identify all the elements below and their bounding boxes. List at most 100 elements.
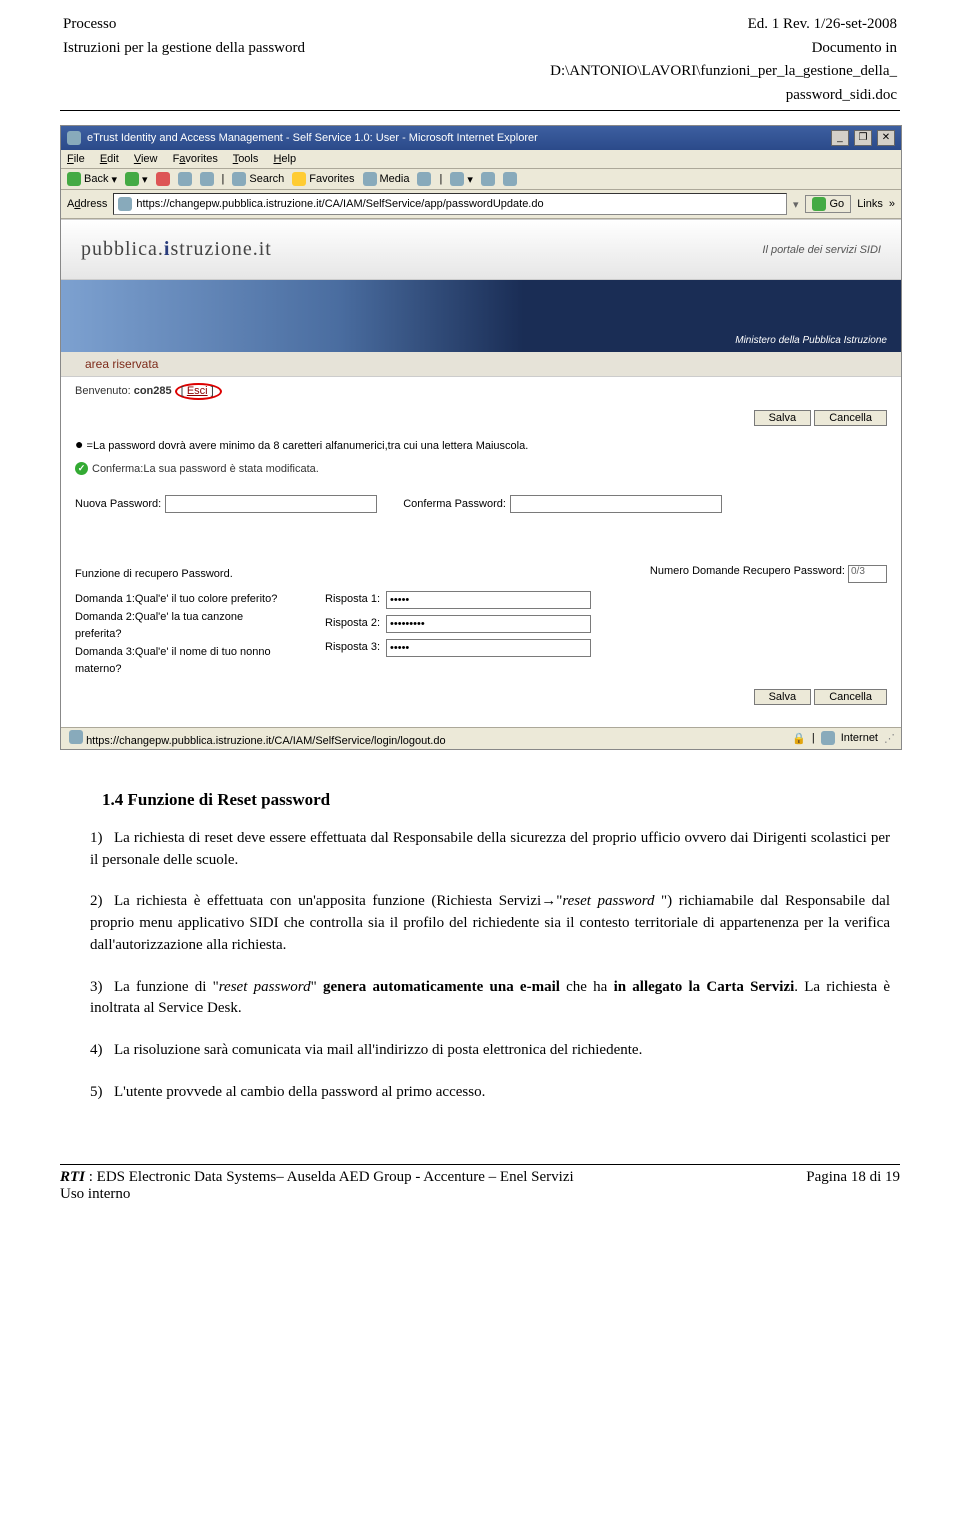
confpw-label: Conferma Password: <box>403 498 506 510</box>
recover-title: Funzione di recupero Password. <box>75 568 233 580</box>
edit-button[interactable] <box>503 172 517 186</box>
menu-tools[interactable]: Tools <box>233 153 259 165</box>
mail-button[interactable]: ▾ <box>450 172 473 186</box>
minimize-button[interactable]: _ <box>831 130 849 146</box>
header-right-line4: password_sidi.doc <box>407 85 898 107</box>
resize-grip: ⋰ <box>884 732 893 745</box>
history-icon <box>417 172 431 186</box>
password-fields: Nuova Password: Conferma Password: <box>75 495 887 513</box>
refresh-icon <box>178 172 192 186</box>
header-right-line1: Ed. 1 Rev. 1/26-set-2008 <box>407 14 898 36</box>
back-button[interactable]: Back ▾ <box>67 172 117 186</box>
confirm-text: Conferma:La sua password è stata modific… <box>92 463 319 475</box>
favorites-button[interactable]: Favorites <box>292 172 354 186</box>
cancel-button-top[interactable]: Cancella <box>814 410 887 426</box>
item-2: 2)La richiesta è effettuata con un'appos… <box>90 891 890 956</box>
address-label: Address <box>67 198 107 210</box>
password-rule: ● =La password dovrà avere minimo da 8 c… <box>75 436 887 452</box>
search-button[interactable]: Search <box>232 172 284 186</box>
menu-bar: FFileile Edit View Favorites Tools Help <box>61 150 901 169</box>
item-5: 5)L'utente provvede al cambio della pass… <box>90 1082 890 1104</box>
brand-logo: pubblica.istruzione.it <box>81 238 272 261</box>
welcome-label: Benvenuto: <box>75 385 134 397</box>
lock-icon: 🔒 <box>792 732 806 745</box>
answer-2-input[interactable]: ••••••••• <box>386 615 591 633</box>
question-3: Domanda 3:Qual'e' il nome di tuo nonno m… <box>75 644 285 679</box>
stop-icon <box>156 172 170 186</box>
welcome-row: Benvenuto: con285 [ Esci ] <box>61 377 901 406</box>
question-2: Domanda 2:Qual'e' la tua canzone preferi… <box>75 609 285 644</box>
footer-internal: Uso interno <box>60 1186 130 1202</box>
maximize-button[interactable]: ❐ <box>854 130 872 146</box>
print-button[interactable] <box>481 172 495 186</box>
footer-rti: RTI <box>60 1169 85 1185</box>
back-icon <box>67 172 81 186</box>
home-icon <box>200 172 214 186</box>
menu-help[interactable]: Help <box>273 153 296 165</box>
doc-header: Processo Ed. 1 Rev. 1/26-set-2008 Istruz… <box>60 12 900 108</box>
zone-icon <box>821 731 835 745</box>
forward-button[interactable]: ▾ <box>125 172 148 186</box>
brand-tagline: Il portale dei servizi SIDI <box>762 244 881 256</box>
answer-3-label: Risposta 3: <box>325 639 380 657</box>
answer-1-input[interactable]: ••••• <box>386 591 591 609</box>
close-button[interactable]: ✕ <box>877 130 895 146</box>
menu-file[interactable]: FFileile <box>67 153 85 165</box>
doc-footer: RTI : EDS Electronic Data Systems– Ausel… <box>60 1169 900 1203</box>
address-input[interactable]: https://changepw.pubblica.istruzione.it/… <box>113 193 787 215</box>
media-button[interactable]: Media <box>363 172 410 186</box>
window-title: eTrust Identity and Access Management - … <box>87 132 538 144</box>
esci-link[interactable]: Esci <box>187 385 208 397</box>
hero-text: Ministero della Pubblica Istruzione <box>735 335 887 346</box>
cancel-button-bottom[interactable]: Cancella <box>814 689 887 705</box>
numq-label: Numero Domande Recupero Password: <box>650 565 845 577</box>
save-button-top[interactable]: Salva <box>754 410 812 426</box>
page-status-icon <box>69 730 83 744</box>
answer-1-label: Risposta 1: <box>325 591 380 609</box>
header-right-line3: D:\ANTONIO\LAVORI\funzioni_per_la_gestio… <box>407 61 898 83</box>
refresh-button[interactable] <box>178 172 192 186</box>
item-3: 3)La funzione di "reset password" genera… <box>90 977 890 1021</box>
section-heading: 1.4 Funzione di Reset password <box>102 790 900 810</box>
header-left-line2: Istruzioni per la gestione della passwor… <box>62 38 405 60</box>
window-controls: _ ❐ ✕ <box>829 130 895 146</box>
hero-banner: Ministero della Pubblica Istruzione <box>61 280 901 352</box>
mail-icon <box>450 172 464 186</box>
go-icon <box>812 197 826 211</box>
star-icon <box>292 172 306 186</box>
history-button[interactable] <box>417 172 431 186</box>
item-1: 1)La richiesta di reset deve essere effe… <box>90 828 890 872</box>
menu-view[interactable]: View <box>134 153 158 165</box>
header-right-line2: Documento in <box>407 38 898 60</box>
titlebar: eTrust Identity and Access Management - … <box>61 126 901 150</box>
browser-window: eTrust Identity and Access Management - … <box>60 125 902 750</box>
area-riservata-band: area riservata <box>61 352 901 377</box>
links-label[interactable]: Links <box>857 198 883 210</box>
menu-favorites[interactable]: Favorites <box>173 153 218 165</box>
go-button[interactable]: Go <box>805 195 852 213</box>
header-left-line1: Processo <box>62 14 405 36</box>
forward-icon <box>125 172 139 186</box>
status-url: https://changepw.pubblica.istruzione.it/… <box>86 735 446 747</box>
answer-3-input[interactable]: ••••• <box>386 639 591 657</box>
page-icon <box>118 197 132 211</box>
edit-icon <box>503 172 517 186</box>
status-bar: https://changepw.pubblica.istruzione.it/… <box>61 727 901 749</box>
toolbar: Back ▾ ▾ | Search Favorites Media | ▾ <box>61 169 901 190</box>
stop-button[interactable] <box>156 172 170 186</box>
print-icon <box>481 172 495 186</box>
home-button[interactable] <box>200 172 214 186</box>
media-icon <box>363 172 377 186</box>
save-button-bottom[interactable]: Salva <box>754 689 812 705</box>
question-1: Domanda 1:Qual'e' il tuo colore preferit… <box>75 591 285 609</box>
menu-edit[interactable]: Edit <box>100 153 119 165</box>
numq-value[interactable]: 0/3 <box>848 565 887 583</box>
newpw-input[interactable] <box>165 495 377 513</box>
zone-label: Internet <box>841 732 878 744</box>
footer-left-text: : EDS Electronic Data Systems– Auselda A… <box>85 1169 574 1185</box>
address-bar: Address https://changepw.pubblica.istruz… <box>61 190 901 219</box>
links-chevron[interactable]: » <box>889 198 895 210</box>
welcome-user: con285 <box>134 385 172 397</box>
confpw-input[interactable] <box>510 495 722 513</box>
search-icon <box>232 172 246 186</box>
